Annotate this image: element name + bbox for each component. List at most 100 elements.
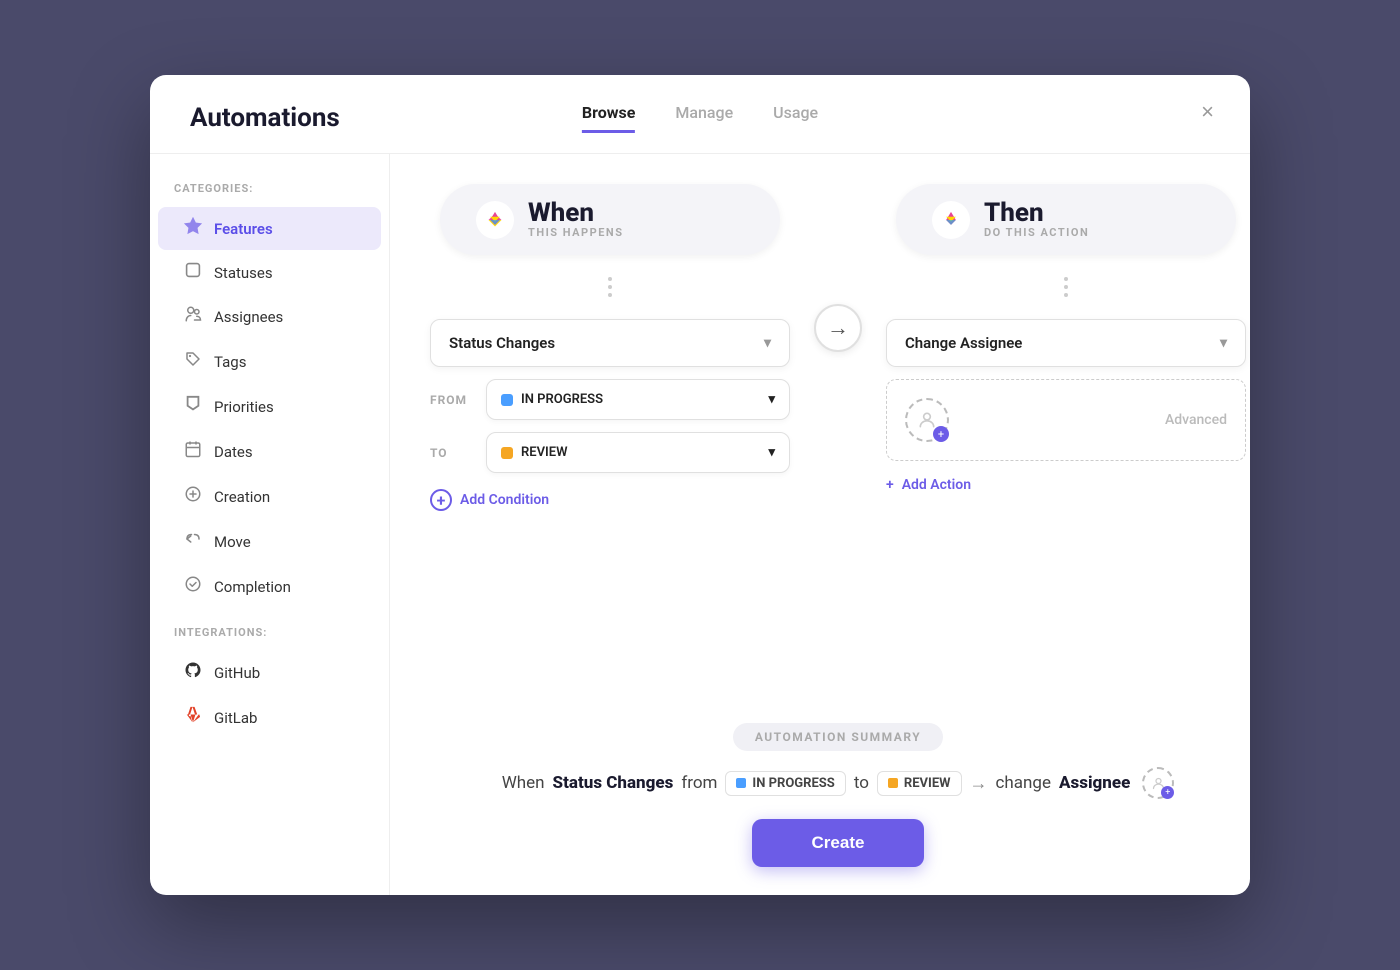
arrow-circle: →	[814, 304, 862, 352]
trigger-select[interactable]: Status Changes ▾	[430, 319, 790, 367]
connector-dots-then	[1064, 271, 1068, 303]
dot4	[1064, 277, 1068, 281]
from-chevron-icon: ▾	[768, 392, 775, 407]
sidebar-item-priorities[interactable]: Priorities	[158, 385, 381, 428]
summary-assignee-plus-icon: +	[1161, 786, 1174, 799]
sidebar-item-github-label: GitHub	[214, 664, 260, 682]
then-block-header: Then DO THIS ACTION	[896, 184, 1236, 255]
from-row: FROM IN PROGRESS ▾	[430, 379, 790, 420]
categories-label: Categories:	[150, 182, 389, 205]
sidebar-item-features[interactable]: Features	[158, 207, 381, 250]
sidebar-item-statuses[interactable]: Statuses	[158, 252, 381, 293]
sidebar-item-tags[interactable]: Tags	[158, 340, 381, 383]
summary-in-progress-badge: IN PROGRESS	[725, 771, 845, 796]
add-condition-label: Add Condition	[460, 492, 549, 508]
features-icon	[182, 217, 204, 240]
tags-icon	[182, 350, 204, 373]
sidebar-item-move-label: Move	[214, 533, 251, 551]
integrations-label: Integrations:	[150, 626, 389, 649]
sidebar-item-tags-label: Tags	[214, 353, 246, 371]
dot5	[1064, 285, 1068, 289]
when-main-label: When	[528, 200, 623, 226]
connector-dots-when	[608, 271, 612, 303]
add-condition-button[interactable]: + Add Condition	[430, 489, 549, 511]
assignee-icon: +	[905, 398, 949, 442]
assignee-plus-icon: +	[933, 426, 949, 442]
sidebar-item-dates[interactable]: Dates	[158, 430, 381, 473]
to-status-select[interactable]: REVIEW ▾	[486, 432, 790, 473]
to-chevron-icon: ▾	[768, 445, 775, 460]
sidebar-item-github[interactable]: GitHub	[158, 651, 381, 694]
to-status-row: REVIEW	[501, 445, 568, 460]
action-select[interactable]: Change Assignee ▾	[886, 319, 1246, 367]
modal-body: Categories: Features Statuses	[150, 154, 1250, 895]
from-status-select[interactable]: IN PROGRESS ▾	[486, 379, 790, 420]
create-button[interactable]: Create	[752, 819, 925, 867]
dot2	[608, 285, 612, 289]
tab-browse[interactable]: Browse	[582, 103, 635, 133]
when-select-area: Status Changes ▾ FROM IN PROGRESS ▾	[430, 319, 790, 511]
advanced-label[interactable]: Advanced	[1165, 412, 1227, 428]
tab-usage[interactable]: Usage	[773, 103, 818, 133]
summary-text: When Status Changes from IN PROGRESS to …	[502, 767, 1175, 799]
sidebar-item-features-label: Features	[214, 220, 273, 238]
then-header-text: Then DO THIS ACTION	[984, 200, 1089, 239]
summary-when-text: When	[502, 773, 545, 793]
sidebar-item-assignees[interactable]: Assignees	[158, 295, 381, 338]
action-chevron-icon: ▾	[1220, 335, 1227, 351]
dot3	[608, 293, 612, 297]
github-icon	[182, 661, 204, 684]
assignees-icon	[182, 305, 204, 328]
sidebar-item-statuses-label: Statuses	[214, 264, 273, 282]
tab-manage[interactable]: Manage	[675, 103, 733, 133]
to-label: TO	[430, 446, 474, 460]
sidebar-item-completion-label: Completion	[214, 578, 291, 596]
to-status-label: REVIEW	[521, 445, 568, 460]
sidebar-item-dates-label: Dates	[214, 443, 253, 461]
gitlab-icon	[182, 706, 204, 729]
summary-assignee-icon: +	[1142, 767, 1174, 799]
creation-icon	[182, 485, 204, 508]
sidebar-item-completion[interactable]: Completion	[158, 565, 381, 608]
sidebar-item-creation[interactable]: Creation	[158, 475, 381, 518]
sidebar-item-move[interactable]: Move	[158, 520, 381, 563]
add-action-button[interactable]: + Add Action	[886, 477, 971, 493]
when-header-text: When THIS HAPPENS	[528, 200, 623, 239]
completion-icon	[182, 575, 204, 598]
dot6	[1064, 293, 1068, 297]
then-block: Then DO THIS ACTION Change Assignee ▾	[886, 184, 1246, 493]
summary-change-text: change	[996, 773, 1051, 793]
arrow-connector: →	[814, 304, 862, 352]
when-sub-label: THIS HAPPENS	[528, 226, 623, 239]
add-action-label: Add Action	[902, 477, 971, 493]
sidebar-item-priorities-label: Priorities	[214, 398, 274, 416]
then-logo	[932, 201, 970, 239]
summary-review-badge: REVIEW	[877, 771, 962, 796]
add-condition-plus-icon: +	[430, 489, 452, 511]
summary-label: AUTOMATION SUMMARY	[733, 723, 943, 751]
from-status-label: IN PROGRESS	[521, 392, 603, 407]
summary-review-label: REVIEW	[904, 776, 951, 791]
sidebar-item-gitlab[interactable]: GitLab	[158, 696, 381, 739]
close-button[interactable]: ×	[1201, 99, 1214, 125]
summary-status-changes-text: Status Changes	[553, 773, 674, 793]
summary-assignee-text: Assignee	[1059, 773, 1130, 793]
assignee-area: + Advanced	[886, 379, 1246, 461]
summary-to-text: to	[854, 773, 869, 793]
dates-icon	[182, 440, 204, 463]
statuses-icon	[182, 262, 204, 283]
summary-in-progress-label: IN PROGRESS	[752, 776, 834, 791]
move-icon	[182, 530, 204, 553]
tabs-container: Browse Manage Usage	[582, 103, 818, 133]
summary-in-progress-dot	[736, 778, 746, 788]
sidebar-item-assignees-label: Assignees	[214, 308, 283, 326]
main-content: When THIS HAPPENS Status Changes ▾	[390, 154, 1250, 895]
add-action-plus-icon: +	[886, 477, 894, 493]
dot1	[608, 277, 612, 281]
then-sub-label: DO THIS ACTION	[984, 226, 1089, 239]
when-logo	[476, 201, 514, 239]
sidebar: Categories: Features Statuses	[150, 154, 390, 895]
action-select-label: Change Assignee	[905, 334, 1022, 352]
from-label: FROM	[430, 393, 474, 407]
from-status-dot	[501, 394, 513, 406]
